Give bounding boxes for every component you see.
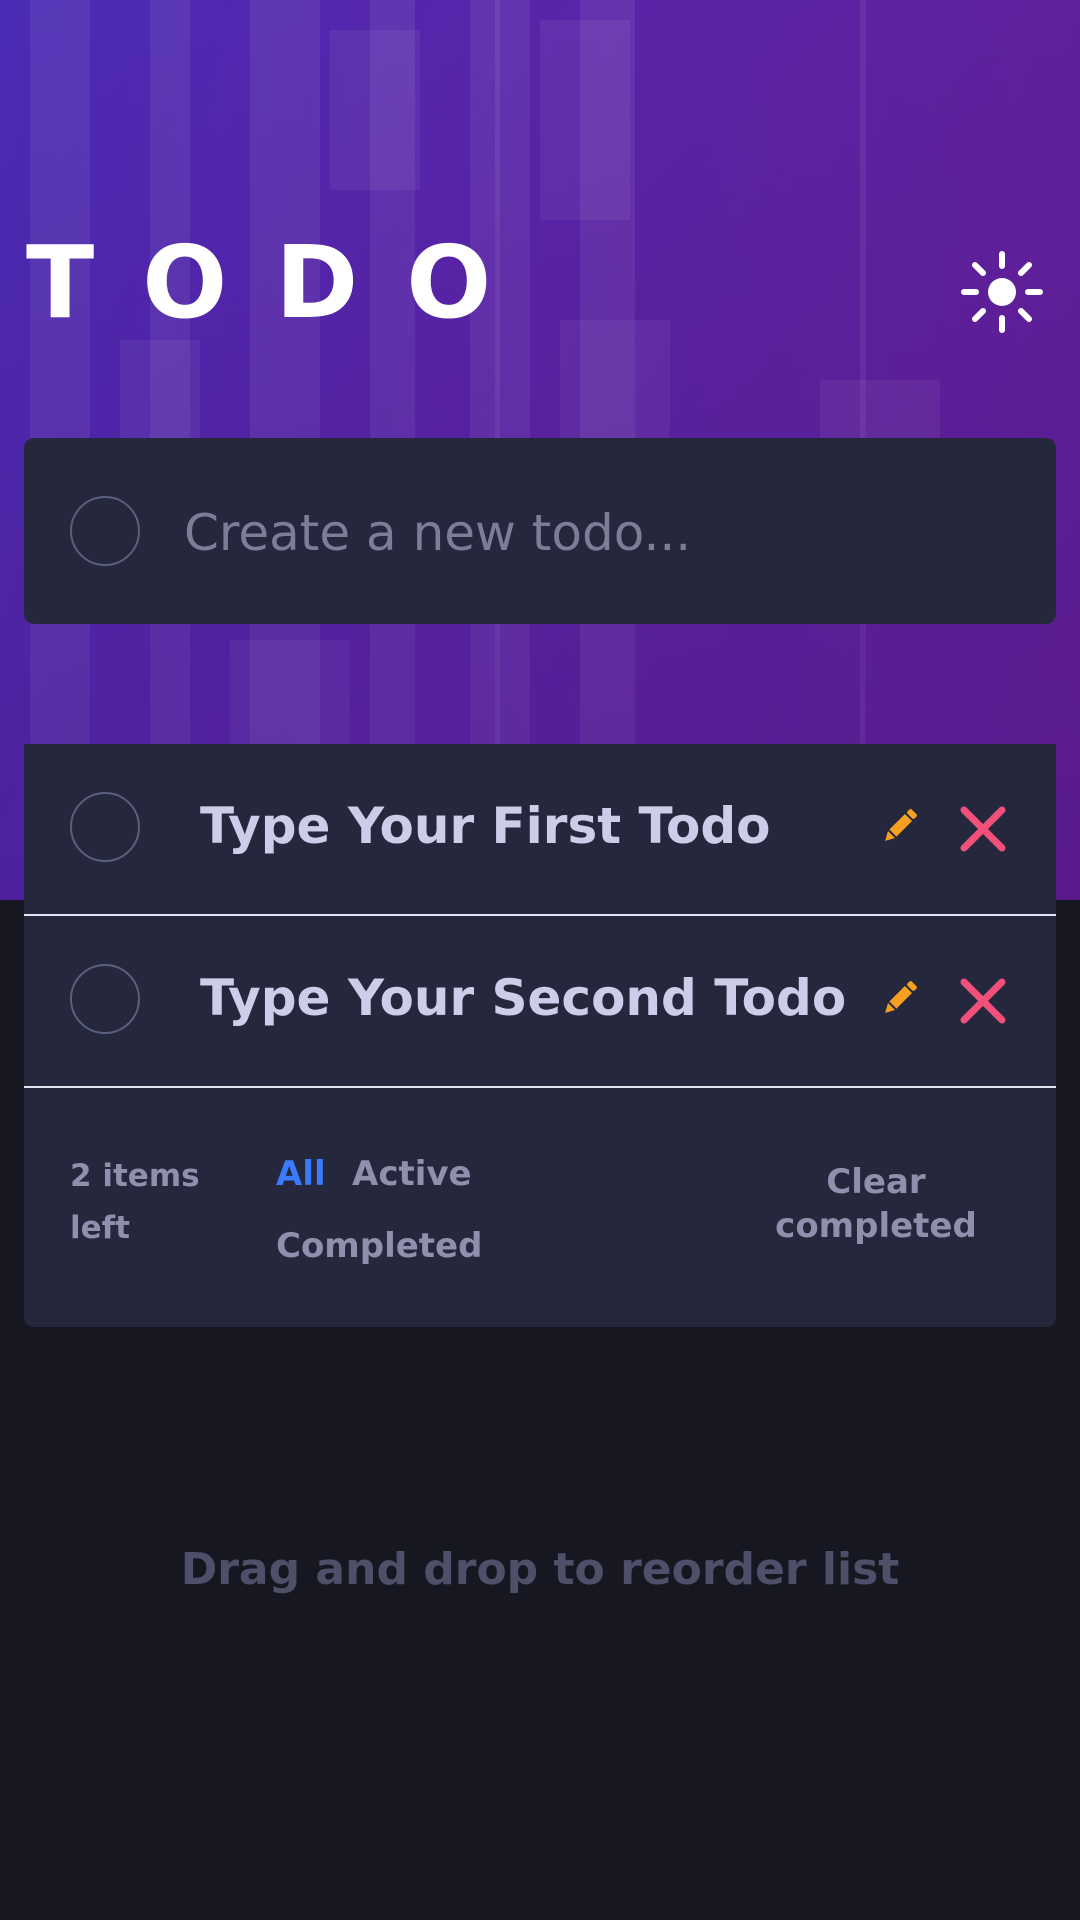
theme-toggle-button[interactable] <box>960 250 1044 334</box>
todo-text: Type Your First Todo <box>200 797 771 855</box>
app-page: TODO Type Your First Todo <box>0 0 1080 1920</box>
clear-completed-button[interactable]: Clear completed <box>744 1160 1008 1248</box>
todo-footer: 2 items left All Active Completed Clear … <box>24 1088 1056 1327</box>
new-todo-checkbox[interactable] <box>70 496 140 566</box>
pencil-icon[interactable] <box>878 804 922 848</box>
sun-icon <box>961 251 1043 333</box>
close-icon[interactable] <box>958 804 1008 854</box>
close-icon[interactable] <box>958 976 1008 1026</box>
pencil-icon[interactable] <box>878 976 922 1020</box>
todo-text: Type Your Second Todo <box>200 969 847 1027</box>
todo-item[interactable]: Type Your Second Todo <box>24 916 1056 1088</box>
filter-all[interactable]: All <box>276 1154 326 1194</box>
todo-item[interactable]: Type Your First Todo <box>24 744 1056 916</box>
items-left-count: 2 items left <box>70 1158 200 1246</box>
filter-completed[interactable]: Completed <box>276 1226 482 1266</box>
drag-hint: Drag and drop to reorder list <box>180 1544 900 1595</box>
todo-checkbox[interactable] <box>70 964 140 1034</box>
new-todo-input[interactable] <box>182 496 1006 570</box>
todo-list-card: Type Your First Todo Type Your Second To… <box>24 744 1056 1327</box>
filter-active[interactable]: Active <box>352 1154 472 1194</box>
todo-checkbox[interactable] <box>70 792 140 862</box>
app-title: TODO <box>26 224 540 341</box>
new-todo-card <box>24 438 1056 624</box>
